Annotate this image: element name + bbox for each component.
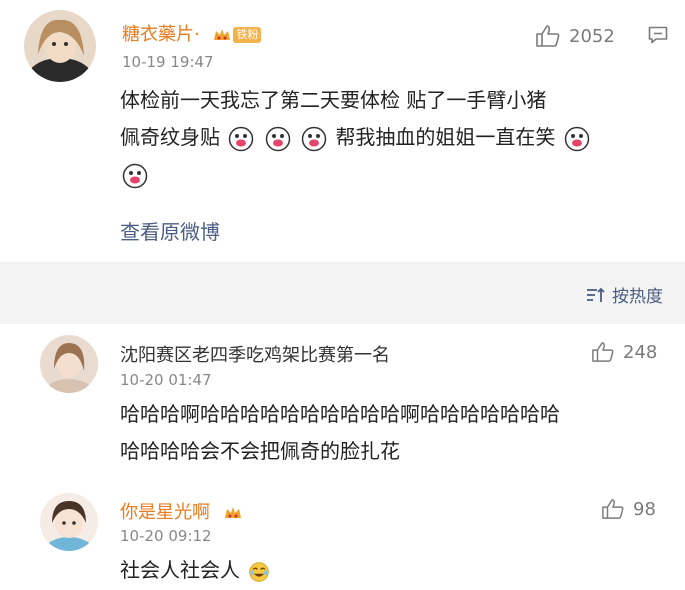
post-username[interactable]: 糖衣藥片· 铁粉 <box>122 20 262 46</box>
decorative-wave <box>505 574 685 590</box>
thumbs-up-icon <box>592 342 614 362</box>
laugh-emoji-icon <box>229 126 254 151</box>
comment-username[interactable]: 你是星光啊 <box>120 498 242 524</box>
post-time: 10-19 19:47 <box>122 53 214 71</box>
comment-avatar[interactable] <box>40 335 98 393</box>
thumbs-up-icon <box>602 499 624 519</box>
laugh-emoji-icon <box>301 126 327 151</box>
view-original-link[interactable]: 查看原微博 <box>120 216 220 245</box>
post-username-text[interactable]: 糖衣藥片· <box>122 24 200 45</box>
comment-text-line1: 哈哈哈啊哈哈哈哈哈哈哈哈哈哈啊哈哈哈哈哈哈哈 <box>120 402 560 426</box>
vip-badge <box>224 505 242 521</box>
sort-button[interactable]: 按热度 <box>586 282 663 307</box>
post-like-button[interactable]: 2052 <box>535 24 615 48</box>
thumbs-up-icon <box>536 25 560 47</box>
comment-like-button[interactable]: 248 <box>591 341 657 363</box>
post-text-line1: 体检前一天我忘了第二天要体检 贴了一手臂小猪 <box>120 88 547 112</box>
comments-header <box>0 262 685 324</box>
comment-time: 10-20 09:12 <box>120 527 212 545</box>
post-text: 体检前一天我忘了第二天要体检 贴了一手臂小猪 佩奇纹身贴 帮我抽血的姐姐一直在笑 <box>120 82 670 193</box>
post-like-count: 2052 <box>569 25 615 47</box>
comment-like-count: 98 <box>633 498 656 520</box>
post-text-line2: 佩奇纹身贴 帮我抽血的姐姐一直在笑 <box>120 119 670 156</box>
comment-text-line2: 哈哈哈哈会不会把佩奇的脸扎花 <box>120 439 400 463</box>
laugh-emoji-icon <box>122 163 148 188</box>
sort-icon <box>587 287 605 302</box>
laugh-emoji-icon <box>564 126 590 151</box>
crown-icon <box>224 507 241 518</box>
post-card: 糖衣藥片· 铁粉 10-19 19:47 2052 体检前一天我忘了第二天要体检… <box>0 0 685 262</box>
fan-badge-label: 铁粉 <box>233 27 262 43</box>
laugh-emoji-icon <box>265 126 290 151</box>
post-avatar[interactable] <box>24 10 96 82</box>
comment-username-text[interactable]: 你是星光啊 <box>120 502 210 523</box>
comment-like-count: 248 <box>623 341 658 363</box>
comment-avatar[interactable] <box>40 493 98 551</box>
fan-badge: 铁粉 <box>213 27 262 43</box>
comment-text: 社会人社会人 <box>120 552 272 589</box>
sort-label: 按热度 <box>612 287 663 307</box>
cry-laugh-emoji-icon <box>249 561 270 582</box>
comment-like-button[interactable]: 98 <box>601 498 656 520</box>
crown-icon <box>214 29 231 40</box>
post-text-line2b: 帮我抽血的姐姐一直在笑 <box>335 125 556 149</box>
post-text-line3 <box>120 156 670 193</box>
comment-time: 10-20 01:47 <box>120 371 212 389</box>
post-text-line2a: 佩奇纹身贴 <box>120 125 220 149</box>
comment-text: 哈哈哈啊哈哈哈哈哈哈哈哈哈哈啊哈哈哈哈哈哈哈 哈哈哈哈会不会把佩奇的脸扎花 <box>120 396 670 470</box>
comment-icon[interactable] <box>648 26 668 44</box>
comment-text-content: 社会人社会人 <box>120 558 240 582</box>
comment-username[interactable]: 沈阳赛区老四季吃鸡架比赛第一名 <box>120 341 390 367</box>
